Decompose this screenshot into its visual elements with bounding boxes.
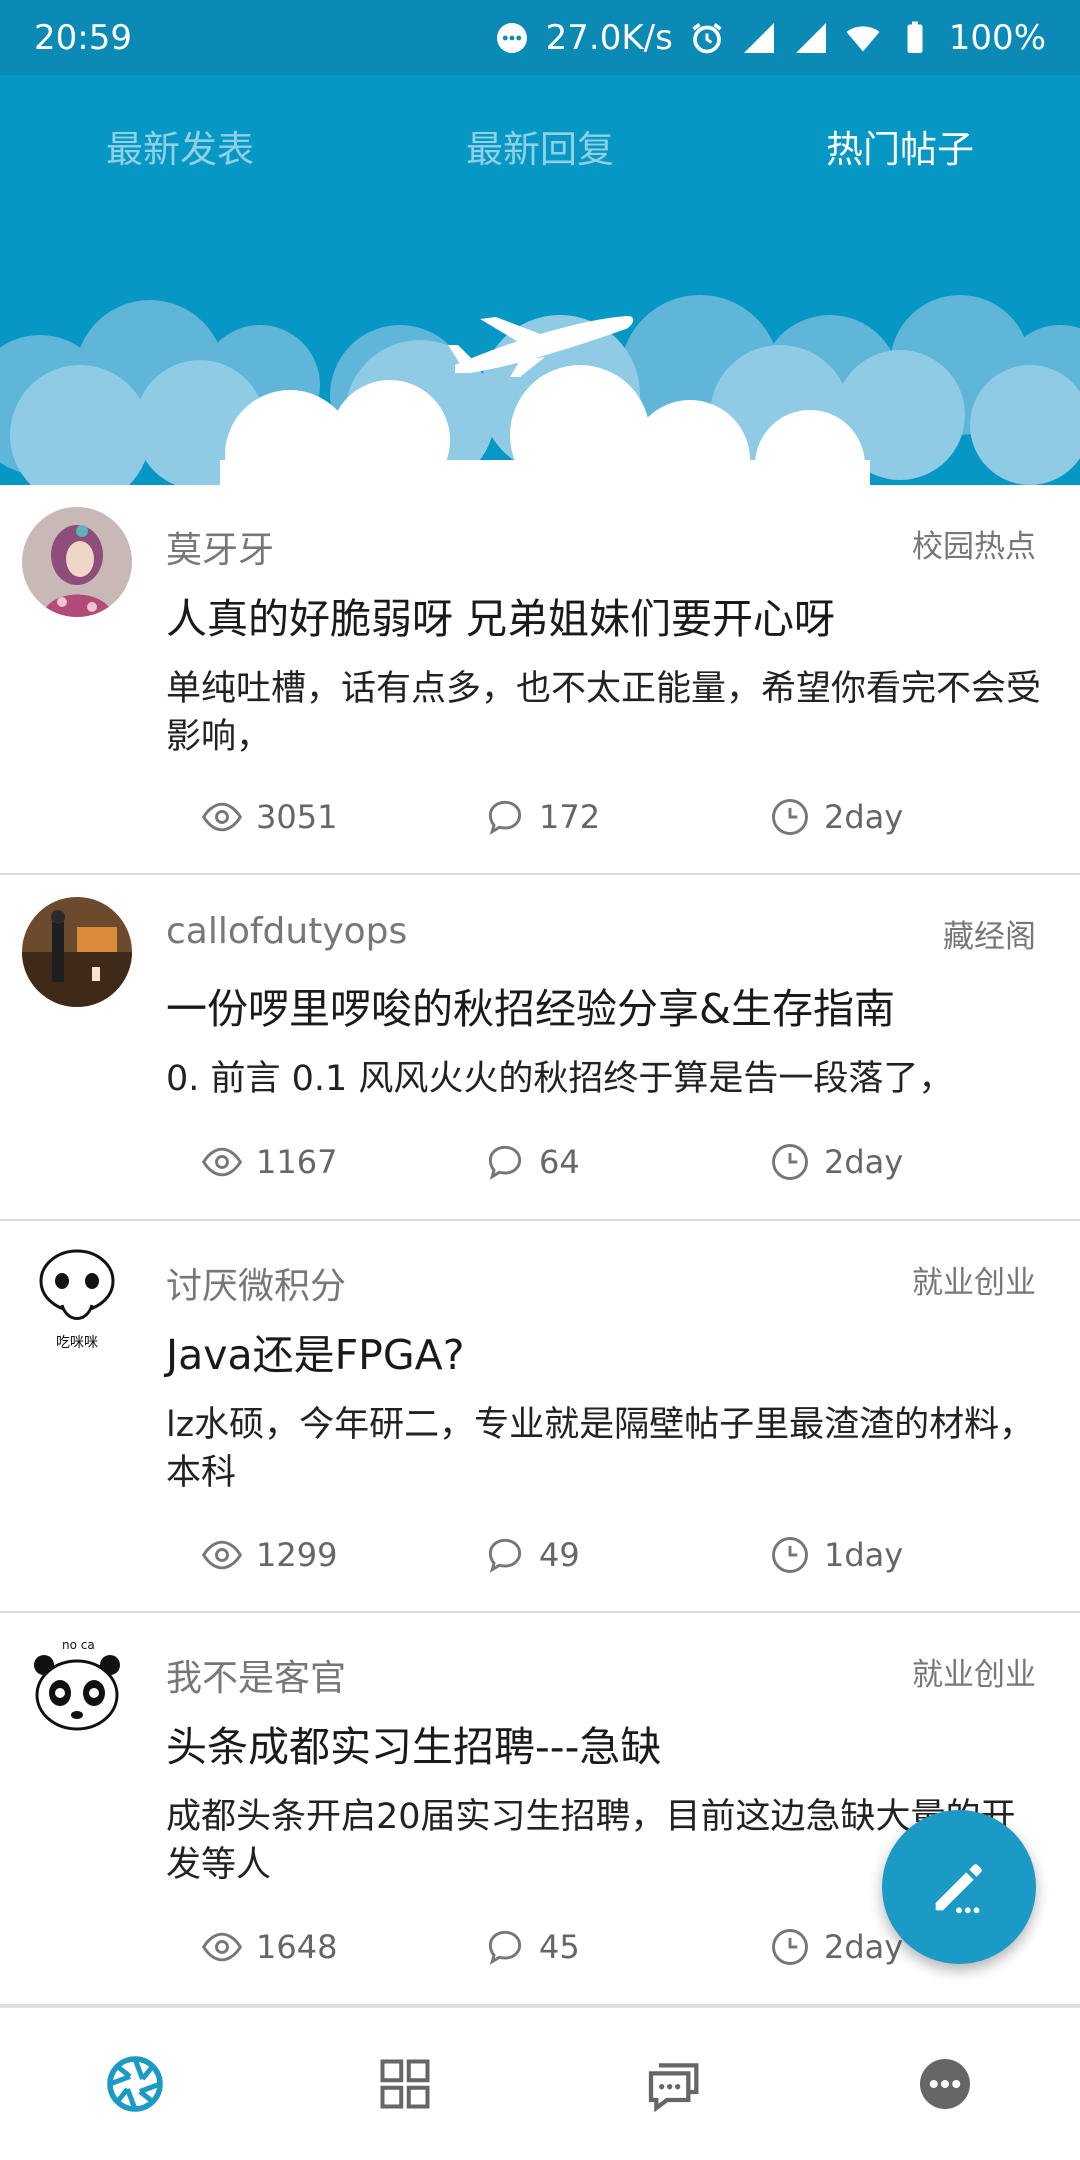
- post-stats: 1167 64 2day: [200, 1140, 940, 1190]
- post-author[interactable]: 莫牙牙: [166, 521, 274, 573]
- post-title: Java还是FPGA?: [166, 1331, 465, 1379]
- status-icons: 27.0K/s 100%: [494, 18, 1046, 58]
- post-card[interactable]: 吃咪咪 讨厌微积分 就业创业 Java还是FPGA? lz水硕，今年研二，专业就…: [0, 1221, 1080, 1613]
- post-time: 1day: [824, 1536, 904, 1574]
- eye-icon: [201, 802, 243, 832]
- battery-percent: 100%: [948, 17, 1046, 58]
- comments-count: 64: [539, 1143, 580, 1181]
- avatar[interactable]: [22, 897, 132, 1007]
- post-title: 一份啰里啰唆的秋招经验分享&生存指南: [166, 985, 895, 1033]
- avatar-caption: no ca: [62, 1638, 95, 1652]
- time-stat: 1day: [768, 1533, 903, 1577]
- post-author[interactable]: 讨厌微积分: [166, 1257, 346, 1309]
- views-stat: 1167: [200, 1140, 337, 1184]
- nav-categories[interactable]: [270, 2008, 540, 2160]
- comments-count: 45: [539, 1928, 580, 1966]
- edit-icon: [935, 1864, 982, 1914]
- time-stat: 2day: [768, 1925, 903, 1969]
- views-stat: 3051: [200, 795, 337, 839]
- grid-icon: [380, 2059, 430, 2109]
- post-time: 2day: [824, 798, 904, 836]
- battery-icon: [907, 21, 923, 53]
- post-forum[interactable]: 藏经阁: [943, 911, 1036, 956]
- avatar[interactable]: no ca: [22, 1635, 132, 1745]
- post-summary: 0. 前言 0.1 风风火火的秋招终于算是告一段落了，: [166, 1059, 954, 1099]
- post-forum[interactable]: 就业创业: [912, 1257, 1036, 1302]
- post-forum[interactable]: 就业创业: [912, 1649, 1036, 1694]
- post-title: 人真的好脆弱呀 兄弟姐妹们要开心呀: [166, 595, 836, 643]
- nav-messages[interactable]: [540, 2008, 810, 2160]
- bottom-nav: [0, 2006, 1080, 2160]
- eye-icon: [201, 1147, 243, 1177]
- status-bar: 20:59 27.0K/s 100%: [0, 0, 1080, 75]
- net-speed: 27.0K/s: [545, 17, 673, 58]
- post-time: 2day: [824, 1143, 904, 1181]
- post-card[interactable]: callofdutyops 藏经阁 一份啰里啰唆的秋招经验分享&生存指南 0. …: [0, 875, 1080, 1221]
- post-stats: 1299 49 1day: [200, 1533, 940, 1583]
- comment-icon: [488, 1145, 522, 1180]
- clock-icon: [772, 1929, 808, 1965]
- views-count: 1648: [256, 1928, 338, 1966]
- tab-latest-posts[interactable]: 最新发表: [0, 115, 360, 185]
- alarm-icon: [692, 22, 722, 53]
- signal-icon: [743, 22, 774, 53]
- time-stat: 2day: [768, 1140, 903, 1184]
- comments-stat: 64: [483, 1140, 580, 1184]
- compose-button[interactable]: [882, 1810, 1036, 1964]
- views-stat: 1299: [200, 1533, 337, 1577]
- views-count: 1299: [256, 1536, 338, 1574]
- post-author[interactable]: 我不是客官: [166, 1649, 346, 1701]
- avatar[interactable]: [22, 507, 132, 617]
- clock-icon: [772, 1537, 808, 1573]
- avatar[interactable]: 吃咪咪: [22, 1243, 132, 1353]
- time-stat: 2day: [768, 795, 903, 839]
- tab-bar: 最新发表 最新回复 热门帖子: [0, 115, 1080, 185]
- more-icon: [920, 2059, 970, 2109]
- tab-latest-replies[interactable]: 最新回复: [360, 115, 720, 185]
- post-author[interactable]: callofdutyops: [166, 911, 407, 952]
- tab-hot-posts[interactable]: 热门帖子: [720, 115, 1080, 185]
- post-stats: 1648 45 2day: [200, 1925, 940, 1975]
- post-forum[interactable]: 校园热点: [912, 521, 1036, 566]
- comments-count: 172: [539, 798, 601, 836]
- post-title: 头条成都实习生招聘---急缺: [166, 1723, 662, 1771]
- post-card[interactable]: 莫牙牙 校园热点 人真的好脆弱呀 兄弟姐妹们要开心呀 单纯吐槽，话有点多，也不太…: [0, 485, 1080, 875]
- status-time: 20:59: [34, 17, 132, 58]
- nav-home[interactable]: [0, 2008, 270, 2160]
- comment-icon: [488, 1930, 522, 1965]
- aperture-icon: [107, 2056, 163, 2112]
- post-stats: 3051 172 2day: [200, 795, 940, 845]
- eye-icon: [201, 1932, 243, 1962]
- chat-icon: [648, 2063, 699, 2113]
- post-summary: 单纯吐槽，话有点多，也不太正能量，希望你看完不会受影响，: [166, 669, 1042, 757]
- clock-icon: [772, 799, 808, 835]
- comments-stat: 45: [483, 1925, 580, 1969]
- views-count: 3051: [256, 798, 338, 836]
- comments-count: 49: [539, 1536, 580, 1574]
- clock-icon: [772, 1144, 808, 1180]
- comment-icon: [488, 800, 522, 835]
- views-stat: 1648: [200, 1925, 337, 1969]
- views-count: 1167: [256, 1143, 338, 1181]
- notification-icon: [496, 22, 527, 53]
- avatar-caption: 吃咪咪: [56, 1335, 98, 1351]
- nav-more[interactable]: [810, 2008, 1080, 2160]
- wifi-icon: [846, 25, 880, 51]
- post-time: 2day: [824, 1928, 904, 1966]
- comments-stat: 49: [483, 1533, 580, 1577]
- comment-icon: [488, 1538, 522, 1573]
- signal-icon-2: [795, 22, 826, 53]
- post-summary: lz水硕，今年研二，专业就是隔壁帖子里最渣渣的材料，本科: [166, 1405, 1035, 1493]
- eye-icon: [201, 1540, 243, 1570]
- header-banner: 最新发表 最新回复 热门帖子: [0, 75, 1080, 485]
- comments-stat: 172: [483, 795, 600, 839]
